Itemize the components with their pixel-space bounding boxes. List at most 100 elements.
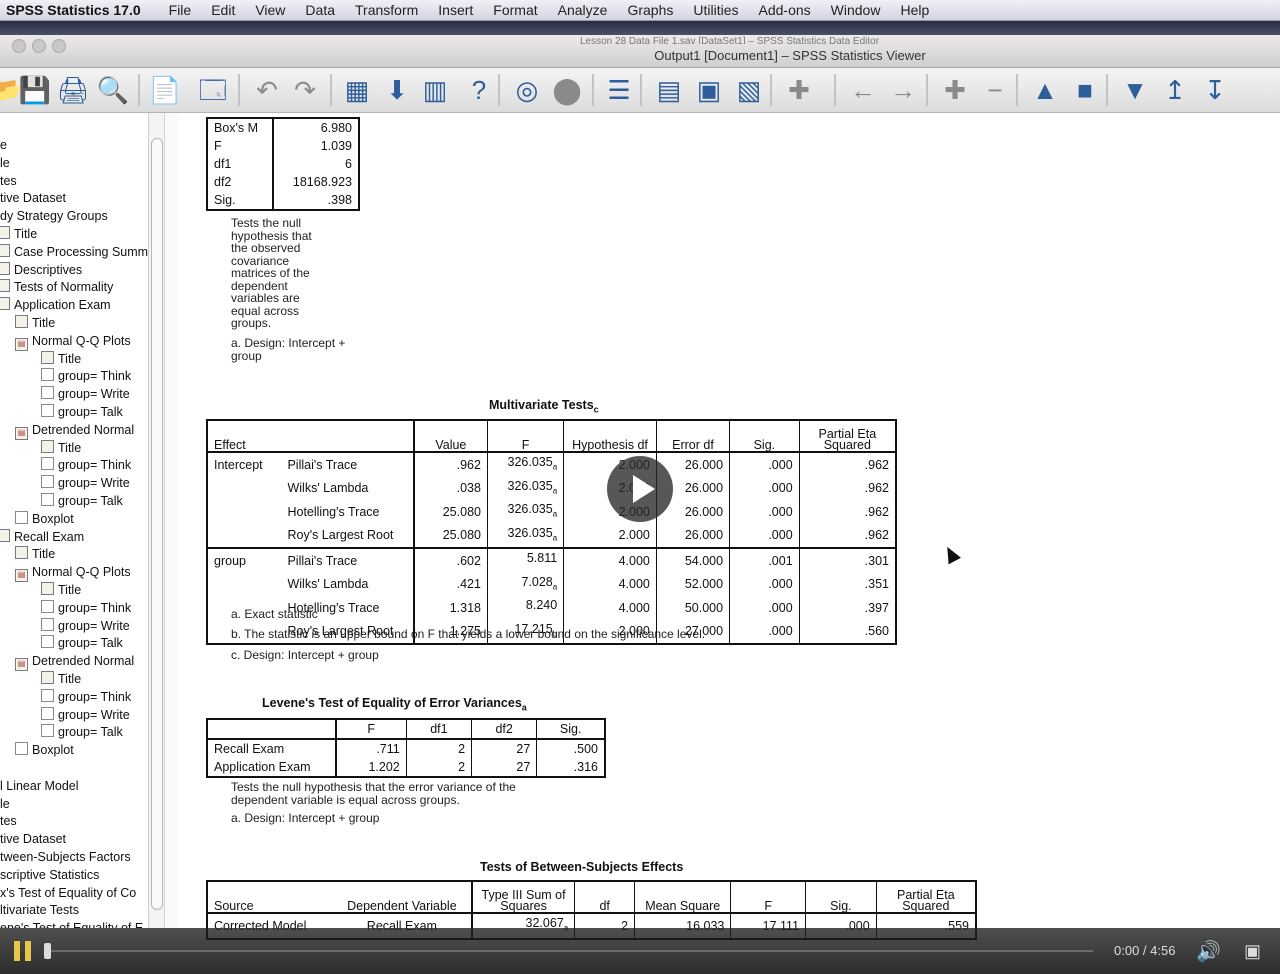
print-icon[interactable]: 🖨 xyxy=(56,74,90,106)
outline-item[interactable]: Title xyxy=(41,439,81,457)
insert-heading-icon[interactable]: ▤ xyxy=(652,74,686,106)
volume-icon[interactable]: 🔊 xyxy=(1196,939,1221,964)
menu-transform[interactable]: Transform xyxy=(345,2,428,18)
outline-item[interactable]: tween-Subjects Factors xyxy=(0,849,131,866)
outline-item[interactable]: group= Write xyxy=(41,617,130,635)
outline-item[interactable]: dy Strategy Groups xyxy=(0,208,108,225)
outline-item[interactable]: group= Think xyxy=(41,368,131,385)
outline-scroll-thumb[interactable] xyxy=(151,138,163,910)
menu-file[interactable]: File xyxy=(159,2,202,18)
select-cases-icon[interactable]: ⬤ xyxy=(550,74,584,106)
outline-item[interactable]: ▤ Normal Q-Q Plots xyxy=(15,333,131,351)
outline-item[interactable]: group= Talk xyxy=(41,493,123,510)
menu-edit[interactable]: Edit xyxy=(201,2,245,18)
menu-graphs[interactable]: Graphs xyxy=(617,2,683,18)
outline-item[interactable]: Title xyxy=(15,546,55,563)
outline-item[interactable]: tes xyxy=(0,813,17,830)
insert-text-icon[interactable]: ▧ xyxy=(732,74,766,106)
goto-variable-icon[interactable]: ▥ xyxy=(418,74,452,106)
f-value: 326.035 xyxy=(507,478,553,493)
outline-item[interactable]: ▤ Detrended Normal xyxy=(15,653,134,672)
outline-item[interactable]: ltivariate Tests xyxy=(0,902,79,919)
outline-item[interactable]: group= Think xyxy=(41,688,131,706)
last-icon[interactable]: ↧ xyxy=(1198,74,1232,106)
outline-item[interactable]: tive Dataset xyxy=(0,190,66,207)
goto-data-icon[interactable]: ▦ xyxy=(340,74,374,106)
outline-item[interactable]: Application Exam xyxy=(0,297,111,314)
outline-scrollbar[interactable] xyxy=(148,113,164,928)
outline-item[interactable]: le xyxy=(0,796,10,813)
outline-item[interactable]: Title xyxy=(41,671,81,688)
demote-icon[interactable]: → xyxy=(886,74,920,106)
play-button-icon[interactable] xyxy=(607,456,673,522)
outline-item-label: Case Processing Summ xyxy=(14,244,148,259)
menu-addons[interactable]: Add-ons xyxy=(749,2,821,18)
show-icon[interactable]: ▲ xyxy=(1028,74,1062,106)
print-preview-icon[interactable]: 🔍 xyxy=(96,74,130,106)
menu-analyze[interactable]: Analyze xyxy=(548,2,618,18)
outline-item[interactable]: group= Write xyxy=(41,386,130,403)
outline-item[interactable]: Boxplot xyxy=(15,510,74,528)
variables-icon[interactable]: ? xyxy=(462,74,496,106)
outline-item[interactable]: Tests of Normality xyxy=(0,279,113,296)
goto-case-icon[interactable]: ⬇ xyxy=(380,74,414,106)
outline-item[interactable]: Recall Exam xyxy=(0,528,84,546)
insert-title-icon[interactable]: ▣ xyxy=(692,74,726,106)
outline-item[interactable]: tes xyxy=(0,173,17,190)
outline-item[interactable]: group= Write xyxy=(41,706,130,724)
outline-item[interactable]: Case Processing Summ xyxy=(0,243,148,261)
outline-item[interactable]: Boxplot xyxy=(15,742,74,759)
menu-data[interactable]: Data xyxy=(295,2,345,18)
menu-window[interactable]: Window xyxy=(821,2,891,18)
outline-item[interactable]: group= Talk xyxy=(41,404,123,421)
fullscreen-icon[interactable]: ▣ xyxy=(1244,941,1261,962)
outline-item[interactable]: ▤ Normal Q-Q Plots xyxy=(15,564,131,583)
first-icon[interactable]: ↥ xyxy=(1158,74,1192,106)
redo-icon[interactable]: ↷ xyxy=(288,74,322,106)
outline-item[interactable]: group= Write xyxy=(41,475,130,492)
outline-item[interactable]: le xyxy=(0,155,10,172)
export-icon[interactable]: 📄 xyxy=(148,74,182,106)
recall-dialog-icon[interactable]: 🗔 xyxy=(196,74,230,106)
video-progress-track[interactable] xyxy=(48,950,1093,952)
outline-pane[interactable]: e le tes tive Dataset dy Strategy Groups Titl… xyxy=(0,113,148,928)
menu-view[interactable]: View xyxy=(245,2,295,18)
outline-item[interactable]: group= Think xyxy=(41,599,131,617)
menu-format[interactable]: Format xyxy=(483,2,547,18)
outline-item[interactable]: x's Test of Equality of Co xyxy=(0,885,136,902)
menu-utilities[interactable]: Utilities xyxy=(683,2,748,18)
pane-splitter[interactable] xyxy=(164,113,180,928)
hide-icon[interactable]: ■ xyxy=(1068,74,1102,106)
outline-item[interactable]: Title xyxy=(41,350,81,368)
outline-item[interactable]: tive Dataset xyxy=(0,831,66,848)
outline-item[interactable]: ▤ Detrended Normal xyxy=(15,422,134,440)
promote-icon[interactable]: ← xyxy=(846,74,880,106)
app-name[interactable]: SPSS Statistics 17.0 xyxy=(0,2,159,18)
outline-item[interactable]: group= Think xyxy=(41,457,131,474)
outline-item[interactable]: e xyxy=(0,137,7,154)
outline-item[interactable]: Title xyxy=(0,226,37,243)
boxm-table[interactable]: Box's M 6.980 F 1.039 df1 6 df2 18168.923 Sig. .3… xyxy=(206,117,360,211)
outline-item[interactable]: group= Talk xyxy=(41,724,123,741)
outline-item[interactable]: Title xyxy=(41,582,81,599)
menu-help[interactable]: Help xyxy=(890,2,939,18)
outline-item[interactable]: group= Talk xyxy=(41,635,123,652)
insert-chart-icon[interactable]: ✚ xyxy=(782,74,816,106)
expand-icon[interactable]: ✚ xyxy=(938,74,972,106)
save-icon[interactable]: 💾 xyxy=(18,74,52,106)
undo-icon[interactable]: ↶ xyxy=(250,74,284,106)
chart-icon[interactable]: ◎ xyxy=(510,74,544,106)
outline-item[interactable]: Descriptives xyxy=(0,261,82,279)
video-progress-knob[interactable] xyxy=(44,943,51,959)
levene-table[interactable]: Fdf1 df2 Sig. Recall Exam .711 2 27.500 Applic… xyxy=(206,718,606,778)
collapse-icon[interactable]: − xyxy=(978,74,1012,106)
outline-item[interactable]: ene's Test of Equality of E xyxy=(0,920,143,928)
designate-window-icon[interactable]: ☰ xyxy=(602,74,636,106)
outline-item[interactable]: l Linear Model xyxy=(0,778,79,795)
boxm-note: Tests the null hypothesis that the obser… xyxy=(231,216,312,330)
outline-item[interactable]: Title xyxy=(15,315,55,332)
designate-icon[interactable]: ▼ xyxy=(1118,74,1152,106)
pause-icon[interactable] xyxy=(14,941,34,961)
menu-insert[interactable]: Insert xyxy=(428,2,483,18)
outline-item[interactable]: scriptive Statistics xyxy=(0,867,99,884)
